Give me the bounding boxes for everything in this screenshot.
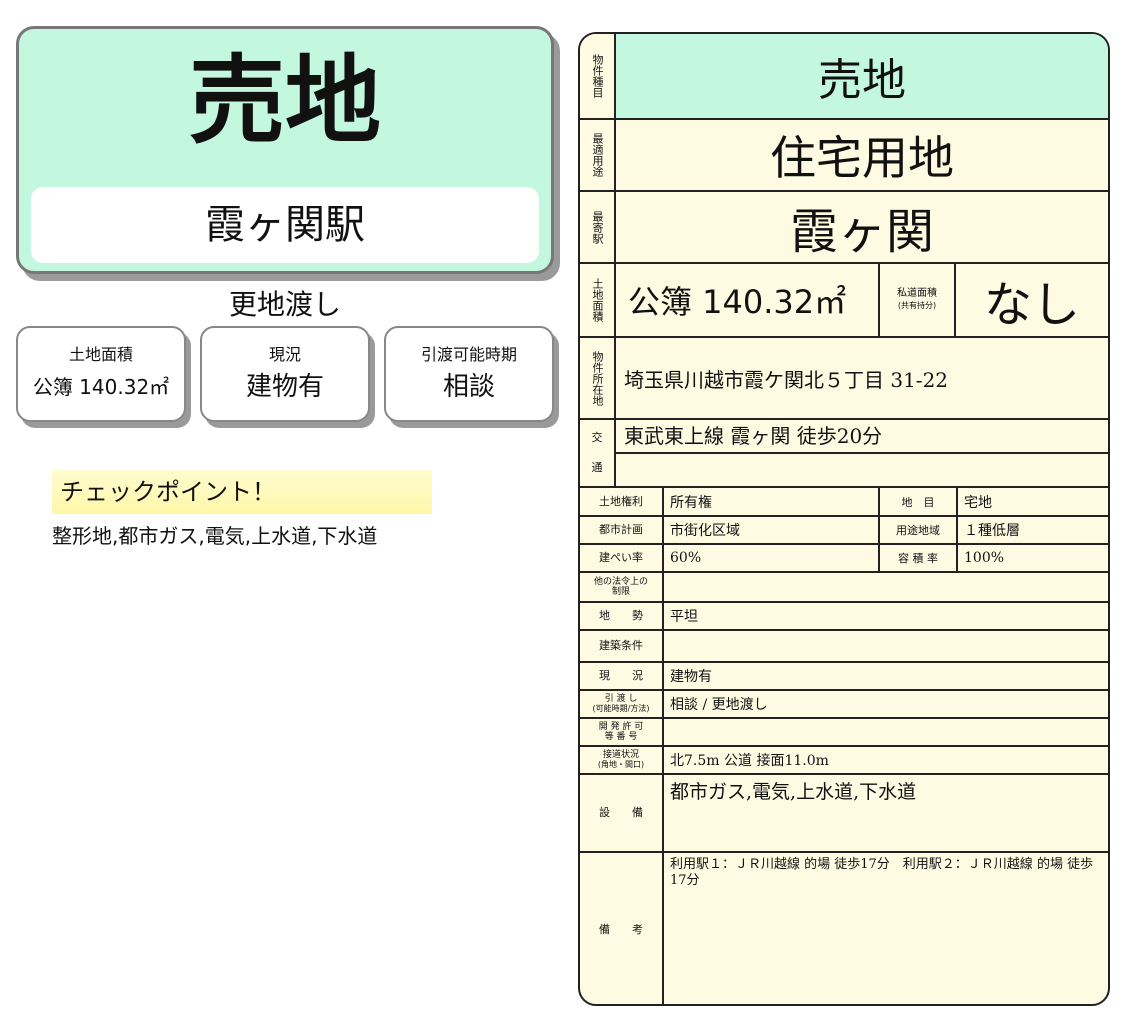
handover-time-card: 引渡可能時期 相談 [384, 326, 554, 422]
nearest-station-label: 最寄駅 [580, 192, 616, 262]
zoning-label: 用途地域 [878, 517, 958, 543]
handover-value: 相談 / 更地渡し [670, 697, 768, 713]
private-road-label: 私道面積 (共有持分) [878, 264, 956, 336]
terrain-label: 地 勢 [580, 603, 664, 629]
building-conditions-value [670, 631, 1108, 661]
land-area-card: 土地面積 公簿 140.32㎡ [16, 326, 186, 422]
address-label: 物件所在地 [580, 338, 616, 418]
land-category-label: 地 目 [878, 488, 958, 515]
coverage-value: 60% [670, 550, 702, 566]
row-facilities: 設 備 都市ガス,電気,上水道,下水道 [580, 775, 1108, 853]
row-access: 交通 東武東上線 霞ヶ関 徒歩20分 [580, 420, 1108, 488]
private-road-value: なし [983, 277, 1080, 333]
row-current-status: 現 況 建物有 [580, 663, 1108, 691]
road-access-label: 接道状況 (角地・間口) [580, 747, 664, 773]
facilities-value: 都市ガス,電気,上水道,下水道 [670, 781, 917, 803]
land-area-value: 公簿 140.32㎡ [628, 283, 847, 321]
land-area-label: 土地面積 [580, 264, 616, 336]
row-coverage: 建ぺい率 60% 容 積 率 100% [580, 545, 1108, 573]
best-use-label: 最適用途 [580, 120, 616, 190]
header-card: 売地 霞ヶ関駅 [16, 26, 554, 274]
handover-note: 更地渡し [228, 288, 341, 321]
row-terrain: 地 勢 平坦 [580, 603, 1108, 631]
row-handover: 引 渡 し (可能時期/方法) 相談 / 更地渡し [580, 691, 1108, 719]
row-nearest-station: 最寄駅 霞ヶ関 [580, 192, 1108, 264]
land-area-card-value: 公簿 140.32㎡ [32, 375, 170, 399]
dev-permit-label: 開 発 許 可 等 番 号 [580, 719, 664, 745]
header-title: 売地 [189, 45, 381, 157]
land-category-value: 宅地 [964, 494, 992, 511]
header-station: 霞ヶ関駅 [31, 187, 539, 263]
address-value: 埼玉県川越市霞ケ関北５丁目 31-22 [624, 367, 949, 392]
building-conditions-label: 建築条件 [580, 631, 664, 661]
row-building-conditions: 建築条件 [580, 631, 1108, 663]
access-line-1: 東武東上線 霞ヶ関 徒歩20分 [616, 420, 1108, 454]
current-status-card-label: 現況 [268, 345, 301, 364]
property-type-label: 物件種目 [580, 34, 616, 118]
row-address: 物件所在地 埼玉県川越市霞ケ関北５丁目 31-22 [580, 338, 1108, 420]
zoning-value: １種低層 [964, 523, 1020, 539]
property-sheet: 物件種目 売地 最適用途 住宅用地 最寄駅 霞ヶ関 土地面積 公簿 140.32… [578, 32, 1110, 1006]
remarks-value: 利用駅１：ＪＲ川越線 的場 徒歩17分 利用駅２：ＪＲ川越線 的場 徒歩17分 [670, 857, 1094, 888]
property-type-value: 売地 [616, 34, 1108, 118]
row-best-use: 最適用途 住宅用地 [580, 120, 1108, 192]
floor-ratio-value: 100% [964, 550, 1005, 566]
access-line-2 [616, 454, 1108, 486]
checkpoint-text: 整形地,都市ガス,電気,上水道,下水道 [52, 524, 378, 548]
row-road-access: 接道状況 (角地・間口) 北7.5m 公道 接面11.0m [580, 747, 1108, 775]
terrain-value: 平坦 [670, 609, 698, 625]
city-plan-label: 都市計画 [580, 517, 664, 543]
row-city-plan: 都市計画 市街化区域 用途地域 １種低層 [580, 517, 1108, 545]
current-status-card: 現況 建物有 [200, 326, 370, 422]
floor-ratio-label: 容 積 率 [878, 545, 958, 571]
row-property-type: 物件種目 売地 [580, 34, 1108, 120]
row-remarks: 備 考 利用駅１：ＪＲ川越線 的場 徒歩17分 利用駅２：ＪＲ川越線 的場 徒歩… [580, 853, 1108, 1004]
handover-time-card-value: 相談 [442, 372, 495, 402]
other-limits-label: 他の法令上の制限 [580, 573, 664, 601]
current-status-label: 現 況 [580, 663, 664, 689]
rights-value: 所有権 [670, 494, 712, 511]
dev-permit-value [670, 719, 1108, 745]
checkpoint-heading: チェックポイント！ [52, 470, 432, 514]
other-limits-value [670, 573, 1108, 601]
land-area-card-label: 土地面積 [68, 345, 133, 364]
handover-time-card-label: 引渡可能時期 [420, 345, 517, 364]
best-use-value: 住宅用地 [770, 131, 954, 185]
current-status-card-value: 建物有 [245, 372, 324, 402]
remarks-label: 備 考 [580, 853, 664, 1004]
road-access-value: 北7.5m 公道 接面11.0m [670, 753, 829, 769]
handover-label: 引 渡 し (可能時期/方法) [580, 691, 664, 717]
row-other-limits: 他の法令上の制限 [580, 573, 1108, 603]
access-label: 交通 [580, 420, 616, 486]
city-plan-value: 市街化区域 [670, 523, 740, 539]
rights-label: 土地権利 [580, 488, 664, 515]
row-rights: 土地権利 所有権 地 目 宅地 [580, 488, 1108, 517]
coverage-label: 建ぺい率 [580, 545, 664, 571]
nearest-station-value: 霞ヶ関 [789, 204, 934, 260]
facilities-label: 設 備 [580, 775, 664, 851]
current-status-value: 建物有 [670, 669, 712, 685]
row-dev-permit: 開 発 許 可 等 番 号 [580, 719, 1108, 747]
row-land-area: 土地面積 公簿 140.32㎡ 私道面積 (共有持分) なし [580, 264, 1108, 338]
